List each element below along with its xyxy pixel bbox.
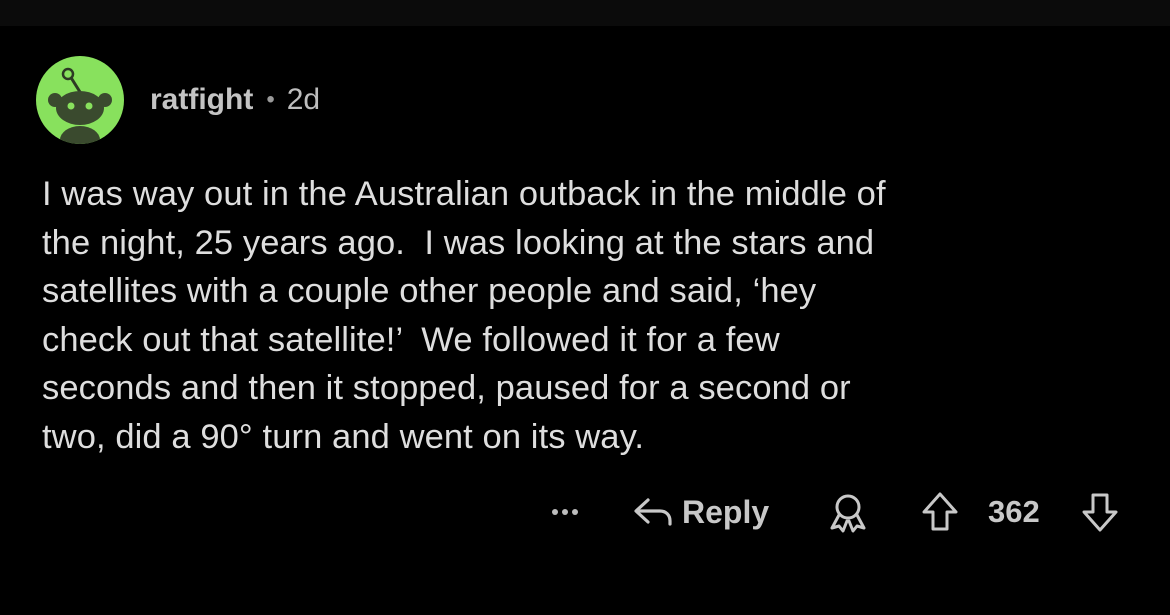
more-options-icon-dot [572, 509, 578, 515]
reply-button[interactable]: Reply [632, 488, 769, 536]
comment-body: I was way out in the Australian outback … [42, 175, 886, 456]
meta-separator: • [266, 86, 275, 113]
snoo-avatar-icon [48, 67, 112, 144]
comment-age: 2d [286, 83, 321, 116]
reply-label: Reply [682, 493, 770, 530]
upvote-button[interactable] [920, 490, 960, 534]
more-options-icon [552, 509, 558, 515]
more-options-icon-dot [562, 509, 568, 515]
vote-score: 362 [988, 494, 1040, 529]
award-button[interactable] [826, 490, 870, 534]
comment-meta: ratfight • 2d [150, 80, 320, 120]
upvote-arrow-icon [922, 492, 958, 531]
reply-arrow-icon [634, 498, 672, 526]
username-link[interactable]: ratfight [150, 83, 253, 117]
downvote-arrow-icon [1082, 493, 1118, 532]
award-icon [830, 494, 866, 533]
user-avatar[interactable] [36, 56, 124, 144]
more-options-button[interactable] [540, 488, 590, 536]
comment: ratfight • 2d I was way out in the Austr… [0, 0, 1170, 615]
downvote-button[interactable] [1080, 490, 1120, 534]
comment-action-bar: Reply 362 [540, 484, 1140, 540]
